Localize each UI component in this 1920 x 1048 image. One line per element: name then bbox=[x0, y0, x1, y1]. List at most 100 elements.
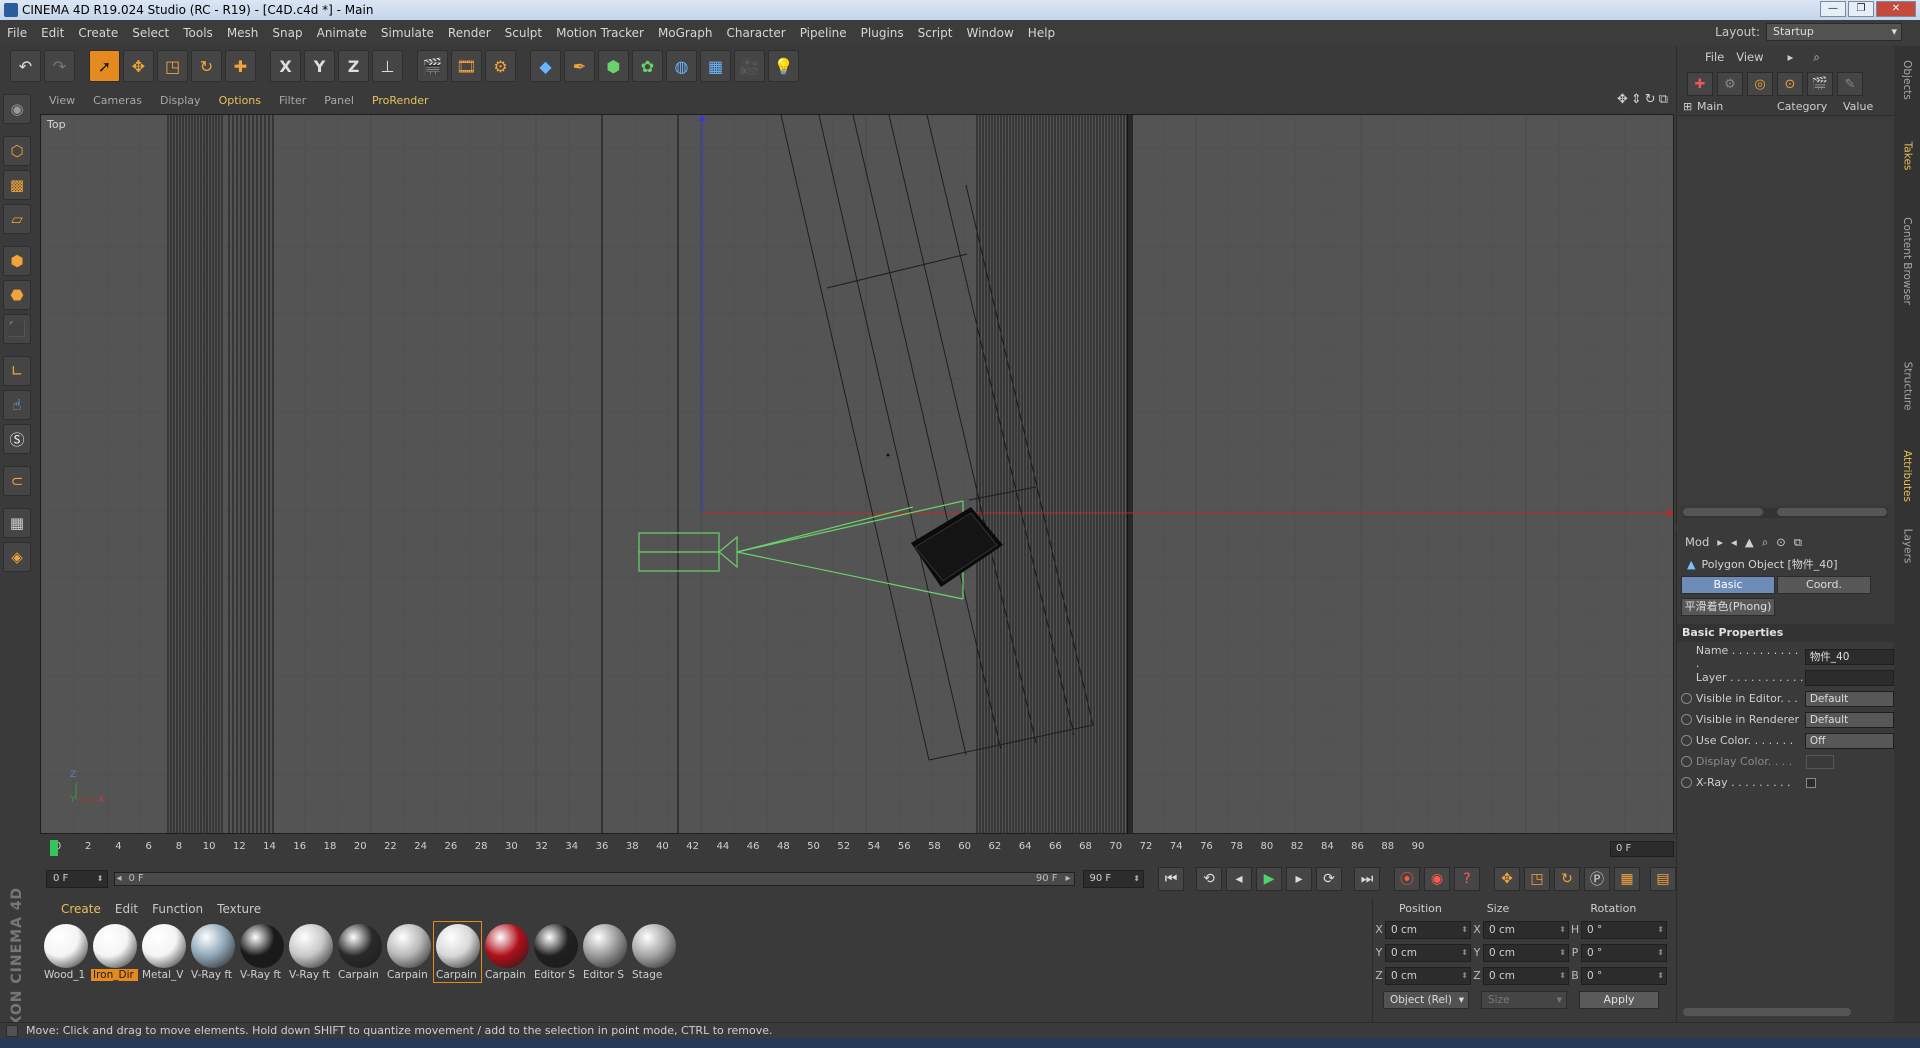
animate-radio[interactable] bbox=[1681, 735, 1692, 746]
material-menu-edit[interactable]: Edit bbox=[108, 902, 145, 916]
timeline-ruler[interactable]: 0 2 4 6 8 10 12 14 16 18 20 22 24 26 28 30 32 34 36 38 40 42 4… bbox=[50, 838, 1610, 860]
scroll-thumb-left[interactable] bbox=[1683, 508, 1763, 516]
takes-render-icon[interactable]: 🎬 bbox=[1807, 72, 1833, 96]
current-frame-field[interactable]: 0 F bbox=[1610, 841, 1674, 857]
material-swatch[interactable]: Carpain bbox=[385, 922, 432, 982]
material-menu-texture[interactable]: Texture bbox=[210, 902, 268, 916]
edges-mode-icon[interactable]: ⬣ bbox=[3, 280, 31, 310]
tab-phong[interactable]: 平滑着色(Phong) bbox=[1681, 598, 1775, 616]
polygons-mode-icon[interactable]: ⬛ bbox=[3, 314, 31, 344]
material-swatch[interactable]: Editor S bbox=[532, 922, 579, 982]
menu-file[interactable]: File bbox=[0, 26, 34, 40]
subdivision-icon[interactable]: ⬢ bbox=[598, 50, 629, 82]
menu-render[interactable]: Render bbox=[441, 26, 498, 40]
side-tab[interactable]: Takes bbox=[1894, 126, 1920, 186]
material-swatch[interactable]: Carpain bbox=[483, 922, 530, 982]
attributes-more-icon[interactable]: ▸ bbox=[1717, 535, 1723, 549]
maximize-button[interactable]: ❐ bbox=[1848, 1, 1874, 17]
apply-button[interactable]: Apply bbox=[1579, 991, 1659, 1009]
attributes-lock-icon[interactable]: ⊙ bbox=[1776, 535, 1786, 549]
position-x-field[interactable]: 0 cm bbox=[1385, 920, 1471, 939]
viewport-maximize-icon[interactable]: ⧉ bbox=[1659, 92, 1668, 107]
end-frame-field[interactable]: 90 F ⬍ bbox=[1082, 870, 1144, 888]
viewport-move-icon[interactable]: ✥ bbox=[1617, 92, 1628, 107]
light-icon[interactable]: 💡 bbox=[768, 50, 799, 82]
animate-radio[interactable] bbox=[1681, 777, 1692, 788]
lock-workplane-icon[interactable]: ▦ bbox=[3, 508, 31, 538]
rotation-b-field[interactable]: 0 ° bbox=[1581, 966, 1667, 985]
side-tab[interactable]: Content Browser bbox=[1894, 196, 1920, 326]
size-y-field[interactable]: 0 cm bbox=[1483, 943, 1569, 962]
attributes-mode-menu[interactable]: Mod bbox=[1685, 535, 1709, 549]
floor-icon[interactable]: ▦ bbox=[700, 50, 731, 82]
objects-menu-file[interactable]: File bbox=[1699, 50, 1730, 64]
size-z-field[interactable]: 0 cm bbox=[1483, 966, 1569, 985]
close-button[interactable]: ✕ bbox=[1876, 1, 1916, 17]
attributes-up-icon[interactable]: ▲ bbox=[1745, 535, 1754, 549]
material-swatch[interactable]: Carpain bbox=[433, 921, 482, 983]
viewport-menu-filter[interactable]: Filter bbox=[270, 94, 315, 107]
material-swatch[interactable]: Editor S bbox=[581, 922, 628, 982]
autokeying-icon[interactable]: ◉ bbox=[1424, 867, 1450, 891]
timeline[interactable]: 0 2 4 6 8 10 12 14 16 18 20 22 24 26 28 30 32 34 36 38 40 42 4… bbox=[40, 838, 1676, 860]
takes-lock-icon[interactable]: ✎ bbox=[1837, 72, 1863, 96]
rotation-h-field[interactable]: 0 ° bbox=[1581, 920, 1667, 939]
workplane-mode-icon[interactable]: ▱ bbox=[3, 204, 31, 234]
undo-icon[interactable]: ↶ bbox=[10, 50, 41, 82]
side-tab[interactable]: Objects bbox=[1894, 50, 1920, 110]
viewport-zoom-icon[interactable]: ⇕ bbox=[1631, 92, 1642, 107]
attribute-dropdown[interactable]: Default bbox=[1804, 711, 1894, 728]
objects-menu-more-icon[interactable]: ▸ bbox=[1782, 50, 1800, 64]
side-tab[interactable]: Attributes bbox=[1894, 446, 1920, 506]
material-swatch[interactable]: Stage bbox=[630, 922, 677, 982]
menu-tools[interactable]: Tools bbox=[176, 26, 220, 40]
position-y-field[interactable]: 0 cm bbox=[1385, 943, 1471, 962]
coordinate-mode-dropdown[interactable]: Object (Rel) bbox=[1383, 991, 1469, 1009]
attribute-dropdown[interactable]: Off bbox=[1804, 732, 1894, 749]
record-scale-icon[interactable]: ◳ bbox=[1524, 867, 1550, 891]
viewport-menu-cameras[interactable]: Cameras bbox=[84, 94, 151, 107]
attribute-field[interactable] bbox=[1804, 669, 1895, 686]
texture-mode-icon[interactable]: ▩ bbox=[3, 170, 31, 200]
size-x-field[interactable]: 0 cm bbox=[1483, 920, 1569, 939]
record-active-objects-icon[interactable]: ⦿ bbox=[1394, 867, 1420, 891]
preview-range-slider[interactable]: ◂ 0 F 90 F ▸ bbox=[113, 872, 1075, 886]
material-menu-function[interactable]: Function bbox=[145, 902, 210, 916]
takes-list[interactable] bbox=[1677, 116, 1894, 506]
attribute-field[interactable]: 物件_40 bbox=[1804, 648, 1895, 665]
objects-search-icon[interactable]: ⌕ bbox=[1807, 50, 1825, 65]
previous-key-icon[interactable]: ⟲ bbox=[1196, 867, 1222, 891]
tab-coord[interactable]: Coord. bbox=[1777, 576, 1871, 594]
material-swatch[interactable]: Wood_1 bbox=[42, 922, 89, 982]
menu-snap[interactable]: Snap bbox=[265, 26, 309, 40]
takes-horizontal-scrollbar[interactable] bbox=[1683, 508, 1888, 518]
record-parameter-icon[interactable]: Ⓟ bbox=[1584, 867, 1610, 891]
tweak-mode-icon[interactable]: ☝ bbox=[3, 390, 31, 420]
menu-character[interactable]: Character bbox=[719, 26, 792, 40]
attributes-search-icon[interactable]: ⌕ bbox=[1762, 535, 1768, 550]
start-frame-field[interactable]: 0 F ⬍ bbox=[46, 870, 108, 888]
layout-select[interactable]: Startup bbox=[1766, 23, 1902, 41]
enable-snap-icon[interactable]: ⊂ bbox=[3, 466, 31, 496]
menu-help[interactable]: Help bbox=[1021, 26, 1062, 40]
live-selection-icon[interactable]: ➚ bbox=[89, 50, 120, 82]
menu-simulate[interactable]: Simulate bbox=[374, 26, 441, 40]
move-icon[interactable]: ✥ bbox=[123, 50, 154, 82]
pen-spline-icon[interactable]: ✒ bbox=[564, 50, 595, 82]
attributes-new-icon[interactable]: ⧉ bbox=[1794, 535, 1802, 550]
previous-frame-icon[interactable]: ◂ bbox=[1226, 867, 1252, 891]
viewport-menu-display[interactable]: Display bbox=[151, 94, 210, 107]
side-tab[interactable]: Structure bbox=[1894, 336, 1920, 436]
rotation-p-field[interactable]: 0 ° bbox=[1581, 943, 1667, 962]
size-mode-dropdown[interactable]: Size bbox=[1481, 991, 1567, 1009]
material-swatch[interactable]: V-Ray ft bbox=[238, 922, 285, 982]
cube-icon[interactable]: ◆ bbox=[530, 50, 561, 82]
attributes-back-icon[interactable]: ◂ bbox=[1731, 535, 1737, 549]
record-rotation-icon[interactable]: ↻ bbox=[1554, 867, 1580, 891]
attribute-dropdown[interactable]: Default bbox=[1804, 690, 1894, 707]
timeline-playhead[interactable] bbox=[50, 840, 58, 856]
coordinate-system-icon[interactable]: ⊥ bbox=[372, 50, 403, 82]
render-view-icon[interactable]: 🎬 bbox=[417, 50, 448, 82]
menu-mesh[interactable]: Mesh bbox=[220, 26, 266, 40]
viewport-top[interactable]: Top Z Y X bbox=[40, 114, 1674, 834]
